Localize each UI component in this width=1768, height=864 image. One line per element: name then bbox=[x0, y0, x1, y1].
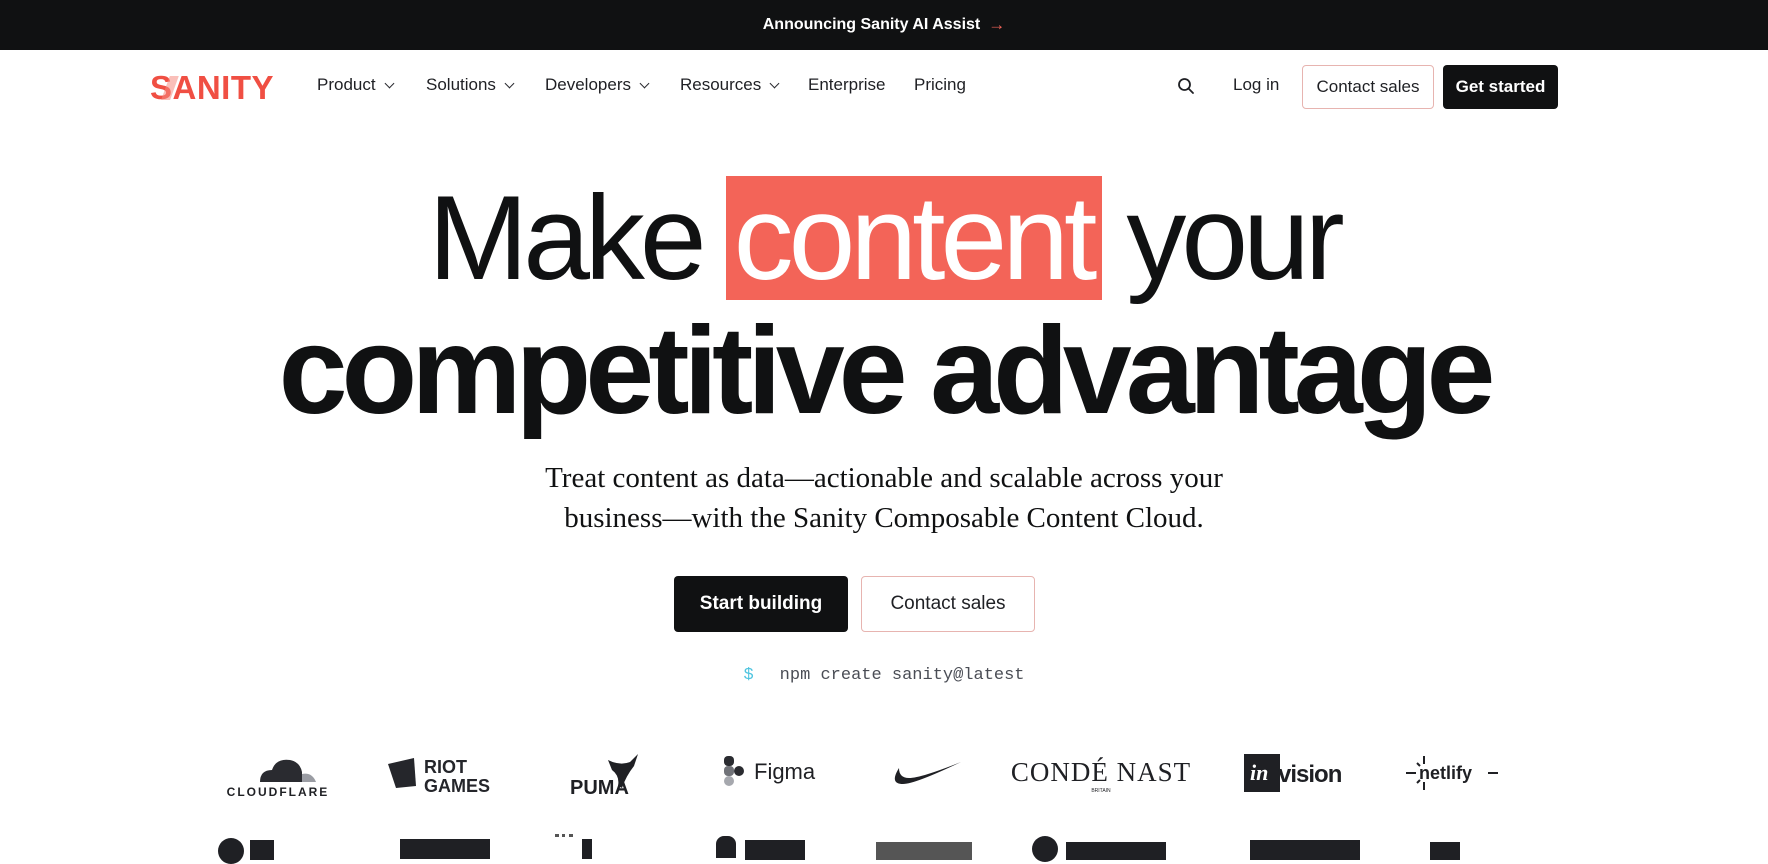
nav-item-pricing[interactable]: Pricing bbox=[914, 75, 966, 95]
announcement-bar: Announcing Sanity AI Assist → bbox=[0, 0, 1768, 50]
nike-swoosh-icon bbox=[894, 762, 961, 784]
prompt-symbol: $ bbox=[743, 666, 754, 685]
svg-text:CONDÉ NAST: CONDÉ NAST bbox=[1011, 757, 1191, 787]
logo-figma: Figma bbox=[720, 748, 830, 798]
svg-text:Figma: Figma bbox=[754, 759, 816, 784]
nav-item-label: Product bbox=[317, 75, 376, 94]
partial-logo bbox=[250, 840, 274, 860]
partial-logo bbox=[1032, 836, 1058, 862]
get-started-button[interactable]: Get started bbox=[1443, 65, 1558, 109]
sanity-logo-mark: SANITY bbox=[150, 70, 274, 104]
puma-icon: PUMA bbox=[570, 754, 638, 798]
chevron-down-icon bbox=[639, 78, 650, 88]
customer-logos-row2 bbox=[0, 830, 1768, 864]
nav-item-label: Resources bbox=[680, 75, 762, 94]
hero-contact-sales-button[interactable]: Contact sales bbox=[861, 576, 1035, 632]
svg-text:PUMA: PUMA bbox=[570, 777, 629, 798]
nav-item-resources[interactable]: Resources bbox=[680, 75, 780, 95]
sanity-logo[interactable]: SANITY bbox=[150, 70, 280, 104]
partial-logo bbox=[1066, 842, 1166, 860]
subtitle-line-1: Treat content as data—actionable and sca… bbox=[545, 462, 1223, 494]
chevron-down-icon bbox=[504, 78, 515, 88]
headline-word-your: your bbox=[1126, 171, 1344, 305]
logo-conde-nast: CONDÉ NAST BRITAIN bbox=[1008, 748, 1194, 798]
nav-item-enterprise[interactable]: Enterprise bbox=[808, 75, 885, 95]
figma-icon: Figma bbox=[724, 756, 816, 786]
partial-logo bbox=[400, 839, 490, 859]
announcement-text: Announcing Sanity AI Assist bbox=[762, 16, 981, 33]
hero-headline-line2: competitive advantage bbox=[278, 302, 1496, 440]
nav-item-label: Enterprise bbox=[808, 75, 886, 94]
npm-command[interactable]: $ npm create sanity@latest bbox=[0, 666, 1768, 685]
chevron-down-icon bbox=[769, 78, 780, 88]
partial-logo bbox=[1250, 840, 1360, 860]
announcement-link[interactable]: Announcing Sanity AI Assist → bbox=[763, 15, 1006, 35]
partial-logo bbox=[582, 839, 592, 859]
svg-text:in: in bbox=[1250, 760, 1268, 785]
nav-item-product[interactable]: Product bbox=[317, 75, 395, 95]
partial-logo bbox=[1430, 842, 1460, 860]
partial-logo bbox=[745, 840, 805, 860]
hero-subtitle: Treat content as data—actionable and sca… bbox=[0, 458, 1768, 538]
cloudflare-icon: CLOUDFLARE bbox=[227, 759, 330, 798]
main-nav: SANITY Product Solutions Developers Reso… bbox=[0, 50, 1768, 122]
headline-word-make: Make bbox=[428, 171, 706, 305]
logo-cloudflare: CLOUDFLARE bbox=[218, 748, 338, 798]
logo-riot-games: RIOT GAMES bbox=[384, 748, 504, 798]
search-icon[interactable] bbox=[1177, 77, 1195, 95]
login-link[interactable]: Log in bbox=[1233, 75, 1279, 95]
logo-nike bbox=[885, 748, 965, 798]
nav-item-label: Pricing bbox=[914, 75, 966, 94]
start-building-button[interactable]: Start building bbox=[674, 576, 848, 632]
customer-logos: CLOUDFLARE RIOT GAMES PUMA Figma CONDÉ N… bbox=[0, 748, 1768, 798]
conde-nast-wordmark: CONDÉ NAST BRITAIN bbox=[1011, 757, 1191, 794]
nav-item-label: Developers bbox=[545, 75, 631, 94]
logo-netlify: netlify bbox=[1404, 748, 1500, 798]
arrow-right-icon: → bbox=[988, 15, 1006, 34]
nav-contact-sales-button[interactable]: Contact sales bbox=[1302, 65, 1434, 109]
nav-item-label: Solutions bbox=[426, 75, 496, 94]
svg-text:BRITAIN: BRITAIN bbox=[1091, 788, 1111, 794]
npm-command-text: npm create sanity@latest bbox=[779, 666, 1025, 685]
partial-logo bbox=[876, 842, 972, 860]
logo-puma: PUMA bbox=[560, 748, 660, 798]
netlify-icon: netlify bbox=[1406, 756, 1498, 790]
nav-item-solutions[interactable]: Solutions bbox=[426, 75, 515, 95]
svg-text:netlify: netlify bbox=[1419, 763, 1472, 783]
svg-text:vision: vision bbox=[1278, 761, 1342, 788]
subtitle-line-2: business—with the Sanity Composable Cont… bbox=[564, 502, 1204, 534]
riot-games-icon: RIOT GAMES bbox=[388, 757, 490, 796]
svg-text:RIOT: RIOT bbox=[424, 757, 467, 777]
partial-logo bbox=[716, 836, 736, 858]
partial-logo bbox=[555, 834, 573, 861]
svg-text:CLOUDFLARE: CLOUDFLARE bbox=[227, 785, 330, 798]
chevron-down-icon bbox=[384, 78, 395, 88]
hero-headline-line1: Make content your bbox=[0, 172, 1768, 304]
logo-invision: in vision bbox=[1244, 748, 1354, 798]
headline-highlight: content bbox=[725, 176, 1103, 300]
nav-item-developers[interactable]: Developers bbox=[545, 75, 650, 95]
svg-text:GAMES: GAMES bbox=[424, 776, 490, 796]
invision-icon: in vision bbox=[1244, 754, 1343, 792]
